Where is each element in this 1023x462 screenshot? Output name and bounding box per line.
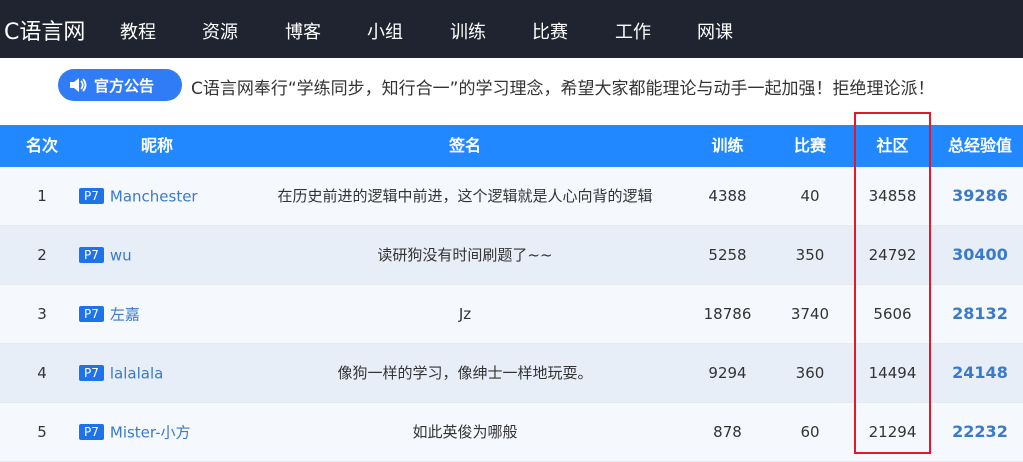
signature-cell: 如此英俊为哪般 (412, 423, 518, 441)
nav-item-resources[interactable]: 资源 (202, 18, 238, 44)
nav-item-tutorial[interactable]: 教程 (120, 18, 156, 44)
nav-item-courses[interactable]: 网课 (697, 18, 733, 44)
community-cell: 21294 (868, 423, 917, 441)
nav-item-contest[interactable]: 比赛 (532, 18, 568, 44)
community-cell: 14494 (868, 364, 917, 382)
table-row: 3 P7 左嘉 Jz 18786 3740 5606 28132 (0, 285, 1023, 344)
top-nav: C语言网 教程 资源 博客 小组 训练 比赛 工作 网课 (0, 0, 1023, 58)
table-row: 1 P7 Manchester 在历史前进的逻辑中前进，这个逻辑就是人心向背的逻辑… (0, 167, 1023, 226)
header-nickname: 昵称 (140, 136, 173, 155)
header-signature: 签名 (448, 136, 481, 155)
speaker-icon (70, 78, 87, 92)
rank-cell: 2 (37, 246, 47, 264)
training-cell: 878 (713, 423, 742, 441)
announcement-badge-label: 官方公告 (94, 76, 155, 95)
nav-item-training[interactable]: 训练 (450, 18, 486, 44)
nickname-cell: P7 lalalala (79, 344, 239, 402)
level-badge: P7 (79, 187, 104, 204)
table-row: 5 P7 Mister-小方 如此英俊为哪般 878 60 21294 22232 (0, 403, 1023, 462)
header-total: 总经验值 (947, 136, 1012, 155)
user-link[interactable]: 左嘉 (110, 306, 140, 324)
training-cell: 18786 (703, 305, 752, 323)
rank-cell: 4 (37, 364, 47, 382)
header-community: 社区 (876, 136, 909, 155)
signature-cell: Jz (458, 305, 472, 323)
total-exp-link[interactable]: 24148 (937, 344, 1023, 402)
training-cell: 5258 (708, 246, 747, 264)
signature-cell: 在历史前进的逻辑中前进，这个逻辑就是人心向背的逻辑 (277, 187, 653, 205)
training-cell: 4388 (708, 187, 747, 205)
community-cell: 5606 (873, 305, 912, 323)
nav-item-jobs[interactable]: 工作 (615, 18, 651, 44)
contest-cell: 3740 (790, 305, 830, 323)
community-cell: 34858 (868, 187, 917, 205)
level-badge: P7 (79, 423, 104, 440)
signature-cell: 像狗一样的学习，像绅士一样地玩耍。 (337, 364, 593, 382)
nickname-cell: P7 wu (79, 226, 239, 284)
total-exp-link[interactable]: 39286 (937, 167, 1023, 225)
level-badge: P7 (79, 364, 104, 381)
user-link[interactable]: Mister-小方 (110, 424, 191, 442)
nickname-cell: P7 左嘉 (79, 285, 239, 343)
contest-cell: 360 (795, 364, 825, 382)
header-rank: 名次 (25, 136, 58, 155)
rank-cell: 1 (37, 187, 47, 205)
table-row: 4 P7 lalalala 像狗一样的学习，像绅士一样地玩耍。 9294 360 … (0, 344, 1023, 403)
level-badge: P7 (79, 246, 104, 263)
announcement-badge[interactable]: 官方公告 (58, 69, 182, 101)
contest-cell: 350 (795, 246, 825, 264)
nickname-cell: P7 Mister-小方 (79, 403, 239, 461)
header-training: 训练 (711, 136, 744, 155)
announcement-text: C语言网奉行“学练同步，知行合一”的学习理念，希望大家都能理论与动手一起加强！拒… (191, 79, 935, 99)
rank-cell: 5 (37, 423, 47, 441)
rank-cell: 3 (37, 305, 47, 323)
ranking-table-header: 名次 昵称 签名 训练 比赛 社区 总经验值 (0, 125, 1023, 167)
announcement-bar: 官方公告 C语言网奉行“学练同步，知行合一”的学习理念，希望大家都能理论与动手一… (0, 58, 1023, 124)
user-link[interactable]: Manchester (110, 188, 198, 206)
user-link[interactable]: wu (110, 247, 132, 265)
contest-cell: 60 (800, 423, 820, 441)
nav-item-blog[interactable]: 博客 (285, 18, 321, 44)
header-contest: 比赛 (793, 136, 826, 155)
total-exp-link[interactable]: 30400 (937, 226, 1023, 284)
level-badge: P7 (79, 305, 104, 322)
contest-cell: 40 (800, 187, 820, 205)
table-row: 2 P7 wu 读研狗没有时间刷题了~~ 5258 350 24792 30400 (0, 226, 1023, 285)
total-exp-link[interactable]: 22232 (937, 403, 1023, 461)
community-cell: 24792 (868, 246, 917, 264)
signature-cell: 读研狗没有时间刷题了~~ (377, 246, 553, 264)
user-link[interactable]: lalalala (110, 365, 163, 383)
training-cell: 9294 (708, 364, 747, 382)
total-exp-link[interactable]: 28132 (937, 285, 1023, 343)
site-logo[interactable]: C语言网 (4, 14, 85, 46)
nickname-cell: P7 Manchester (79, 167, 239, 225)
nav-item-groups[interactable]: 小组 (367, 18, 403, 44)
